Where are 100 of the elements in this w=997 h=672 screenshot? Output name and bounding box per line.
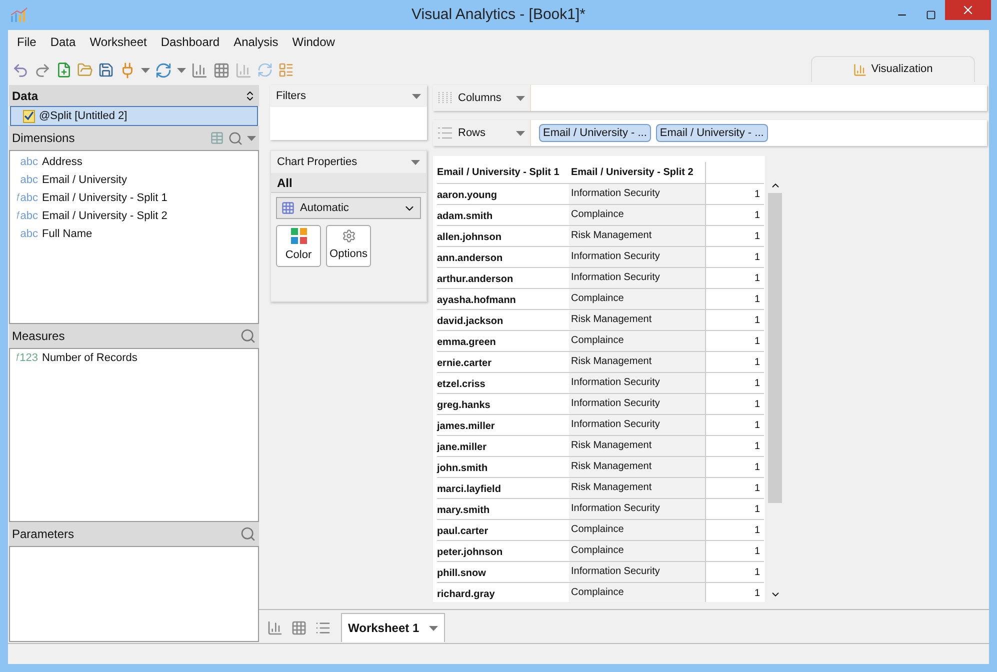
table-cell: 1 xyxy=(705,205,764,225)
table-cell: Complaince xyxy=(569,520,705,540)
table-cell: Complaince xyxy=(569,331,705,351)
table-cell: Complaince xyxy=(569,205,705,225)
panel-title: Data xyxy=(12,88,38,104)
table-cell: Complaince xyxy=(569,541,705,561)
table-cell: Information Security xyxy=(569,499,705,519)
dimension-item[interactable]: Email / University - Split 1 xyxy=(42,190,168,206)
redo-icon[interactable] xyxy=(34,62,51,78)
dimension-item[interactable]: Email / University - Split 2 xyxy=(42,208,168,224)
undo-icon[interactable] xyxy=(12,62,29,78)
table-cell: 1 xyxy=(705,310,764,330)
table-cell-text: david.jackson xyxy=(437,315,504,329)
dimension-item[interactable]: Full Name xyxy=(42,226,92,242)
close-icon xyxy=(961,3,975,17)
add-table-icon[interactable] xyxy=(213,62,230,78)
table-cell: 1 xyxy=(705,415,764,435)
folder-icon[interactable] xyxy=(77,62,93,78)
menu-item[interactable]: Dashboard xyxy=(160,33,220,51)
menu-item[interactable]: Data xyxy=(50,33,76,51)
dimension-item[interactable]: Address xyxy=(42,154,82,170)
visualization-tab[interactable]: Visualization xyxy=(811,56,975,82)
refresh-icon[interactable] xyxy=(155,62,172,78)
rows-icon xyxy=(438,127,452,139)
measure-item[interactable]: Number of Records xyxy=(42,350,138,366)
table-cell: 1 xyxy=(705,541,764,561)
table-cell: Risk Management xyxy=(569,310,705,330)
checkbox-icon xyxy=(23,110,35,122)
mark-type-dropdown[interactable]: Automatic xyxy=(276,197,421,219)
dropdown-caret-icon[interactable] xyxy=(177,68,186,72)
table-cell: 1 xyxy=(705,520,764,540)
table-cell: 1 xyxy=(705,457,764,477)
menu-item[interactable]: Analysis xyxy=(234,33,278,51)
table-cell: 1 xyxy=(705,373,764,393)
table-cell-text: paul.carter xyxy=(437,525,490,539)
dropdown-caret-icon[interactable] xyxy=(411,160,420,164)
table-view-icon[interactable] xyxy=(210,131,224,145)
column-header: Email / University - Split 1 xyxy=(437,166,560,180)
search-icon[interactable] xyxy=(240,526,256,542)
dropdown-caret-icon[interactable] xyxy=(412,94,421,98)
table-cell-text: mary.smith xyxy=(437,504,491,518)
color-squares-icon xyxy=(290,228,306,244)
search-icon[interactable] xyxy=(240,328,256,344)
menu-item[interactable]: File xyxy=(17,33,36,51)
new-chart-icon[interactable] xyxy=(267,620,283,636)
menu-item[interactable]: Window xyxy=(292,33,335,51)
table-cell-text: phill.snow xyxy=(437,567,487,581)
field-pill[interactable]: Email / University - ... xyxy=(539,124,651,142)
chart-layout-icon[interactable] xyxy=(278,62,294,78)
table-cell: 1 xyxy=(705,268,764,288)
new-table-icon[interactable] xyxy=(291,620,307,636)
dropdown-caret-icon[interactable] xyxy=(429,626,438,630)
sort-icon[interactable] xyxy=(244,90,256,102)
table-cell: 1 xyxy=(705,499,764,519)
options-button[interactable]: Options xyxy=(326,225,371,267)
table-cell: 1 xyxy=(705,352,764,372)
dropdown-caret-icon[interactable] xyxy=(247,136,256,140)
card-title: Filters xyxy=(276,88,306,104)
maximize-icon[interactable] xyxy=(926,10,936,20)
table-cell: 1 xyxy=(705,394,764,414)
table-cell: Complaince xyxy=(569,583,705,602)
table-cell-text: richard.gray xyxy=(437,588,496,602)
bar-chart-icon[interactable] xyxy=(235,62,252,78)
columns-icon xyxy=(438,92,452,104)
table-cell: Information Security xyxy=(569,268,705,288)
menu-item[interactable]: Worksheet xyxy=(90,33,147,51)
panel-title: Dimensions xyxy=(12,130,75,147)
table-cell: Risk Management xyxy=(569,478,705,498)
table-cell: 1 xyxy=(705,289,764,309)
dimension-item[interactable]: Email / University xyxy=(42,172,127,188)
field-type-icon: abc xyxy=(14,174,38,186)
table-cell: Risk Management xyxy=(569,457,705,477)
table-cell-text: aaron.young xyxy=(437,189,498,203)
scrollbar-thumb[interactable] xyxy=(768,193,782,503)
panel-title: Parameters xyxy=(12,526,74,543)
table-cell: Risk Management xyxy=(569,436,705,456)
add-chart-icon[interactable] xyxy=(191,62,208,78)
table-cell: Information Security xyxy=(569,562,705,582)
shelf-label: Columns xyxy=(458,90,502,106)
table-cell-text: arthur.anderson xyxy=(437,273,514,287)
chart-icon xyxy=(853,62,868,76)
column-header: Email / University - Split 2 xyxy=(570,166,694,180)
data-source-item[interactable]: @Split [Untitled 2] xyxy=(10,106,258,126)
field-pill[interactable]: Email / University - ... xyxy=(656,124,768,142)
dropdown-caret-icon[interactable] xyxy=(516,96,525,100)
close-button[interactable] xyxy=(945,0,991,20)
search-icon[interactable] xyxy=(228,130,243,146)
table-cell: Risk Management xyxy=(569,226,705,246)
dropdown-caret-icon[interactable] xyxy=(516,130,525,136)
app-logo-icon xyxy=(10,7,28,23)
table-cell-text: emma.green xyxy=(437,336,497,350)
color-button[interactable]: Color xyxy=(276,225,321,267)
new-file-icon[interactable] xyxy=(56,62,72,78)
table-cell: 1 xyxy=(705,583,764,602)
list-icon[interactable] xyxy=(315,620,331,636)
dropdown-caret-icon[interactable] xyxy=(141,68,150,72)
table-cell: 1 xyxy=(705,226,764,246)
table-cell: Risk Management xyxy=(569,352,705,372)
save-icon[interactable] xyxy=(98,62,114,78)
sheet-tab[interactable]: Worksheet 1 xyxy=(341,613,446,642)
